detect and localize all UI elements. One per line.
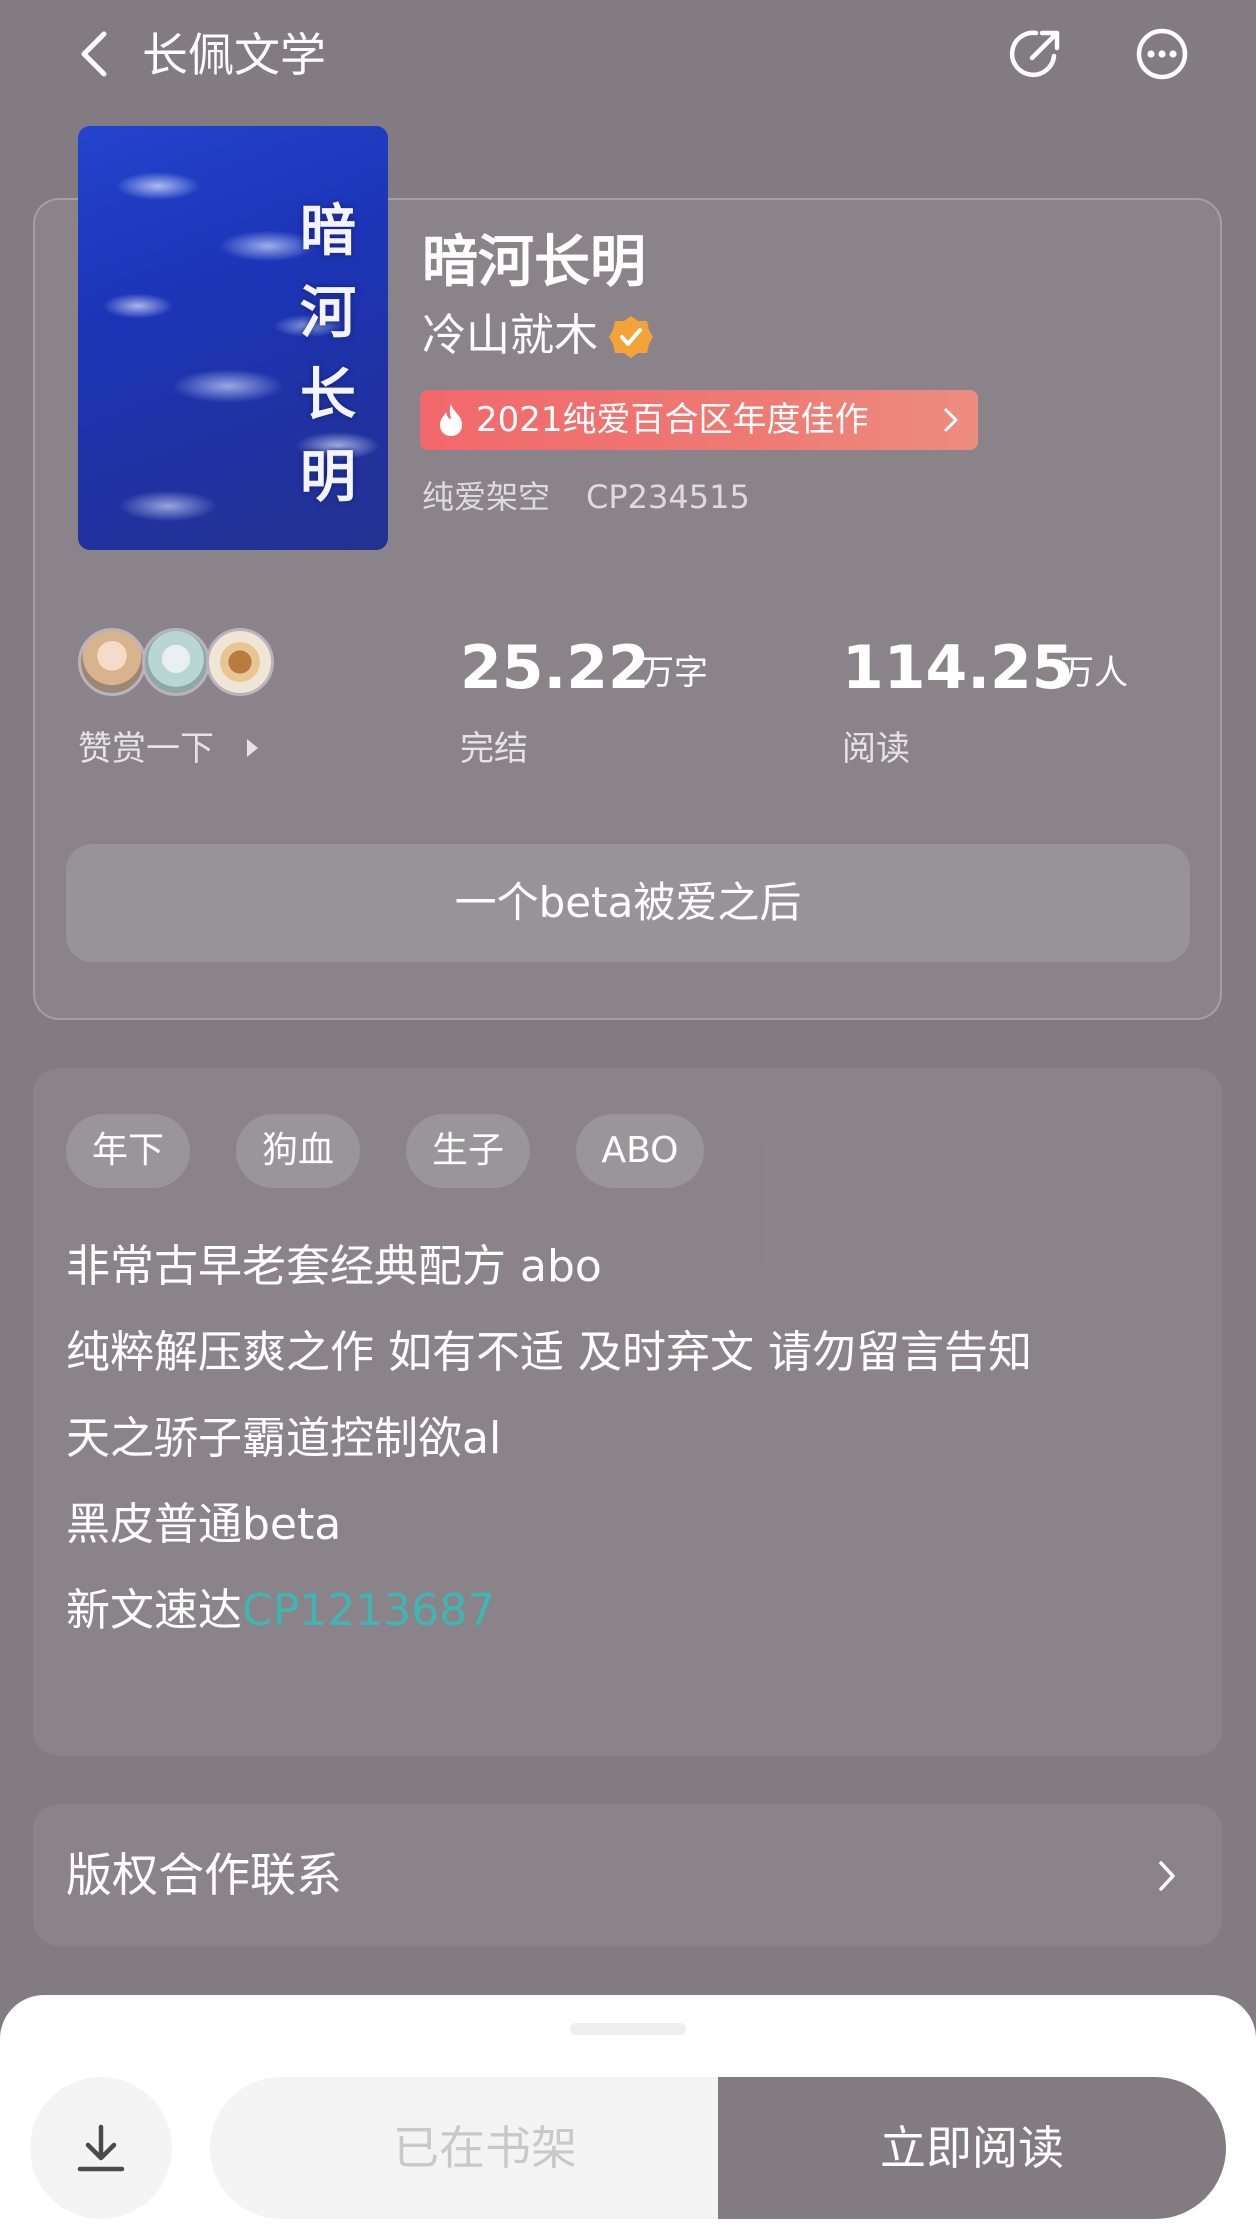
download-button[interactable] xyxy=(30,2077,172,2219)
book-cover[interactable]: 暗河长明 xyxy=(78,126,388,550)
reward-label[interactable]: 赞赏一下 xyxy=(78,724,214,774)
book-category: 纯爱架空 xyxy=(422,478,551,516)
description-line: 非常古早老套经典配方 abo xyxy=(66,1241,602,1292)
avatar xyxy=(206,628,274,696)
award-text: 2021纯爱百合区年度佳作 xyxy=(476,400,869,440)
bottom-action-bar: 已在书架 立即阅读 xyxy=(0,1995,1256,2233)
description-line: 纯粹解压爽之作 如有不适 及时弃文 请勿留言告知 xyxy=(66,1327,1032,1378)
new-book-link[interactable]: CP1213687 xyxy=(242,1585,495,1636)
reader-count-value: 114.25 xyxy=(842,633,1074,703)
in-bookshelf-button[interactable]: 已在书架 xyxy=(210,2077,730,2219)
read-now-button[interactable]: 立即阅读 xyxy=(718,2077,1226,2219)
reader-label: 阅读 xyxy=(842,729,910,769)
description-text: 新文速达 xyxy=(66,1585,242,1636)
chevron-right-icon xyxy=(1159,1861,1175,1891)
back-icon[interactable] xyxy=(72,26,118,82)
description-line: 新文速达CP1213687 xyxy=(66,1580,495,1642)
avatar xyxy=(78,628,146,696)
award-badge[interactable]: 2021纯爱百合区年度佳作 xyxy=(420,390,978,450)
chevron-right-icon xyxy=(944,408,958,432)
caret-right-icon xyxy=(247,739,258,757)
tag-chip[interactable]: ABO xyxy=(576,1114,704,1188)
copyright-label: 版权合作联系 xyxy=(66,1848,342,1902)
tag-chip[interactable]: 年下 xyxy=(66,1114,190,1188)
more-icon[interactable] xyxy=(1132,24,1192,84)
copyright-contact-row[interactable]: 版权合作联系 xyxy=(33,1804,1222,1946)
top-bar: 长佩文学 xyxy=(0,0,1256,110)
description-line: 黑皮普通beta xyxy=(66,1499,342,1550)
tagline-button[interactable]: 一个beta被爱之后 xyxy=(66,844,1190,962)
share-icon[interactable] xyxy=(1006,24,1066,84)
verified-badge-icon xyxy=(609,316,653,358)
status-label: 完结 xyxy=(460,729,528,769)
tag-chip[interactable]: 狗血 xyxy=(236,1114,360,1188)
description-line: 天之骄子霸道控制欲al xyxy=(66,1413,502,1464)
avatar xyxy=(142,628,210,696)
word-count-value: 25.22 xyxy=(460,633,650,703)
tag-chip[interactable]: 生子 xyxy=(406,1114,530,1188)
fire-icon xyxy=(440,404,462,436)
cover-title: 暗河长明 xyxy=(300,198,356,510)
book-title: 暗河长明 xyxy=(422,230,646,295)
author-name[interactable]: 冷山就木 xyxy=(422,306,598,366)
download-icon xyxy=(77,2124,125,2172)
word-count-unit: 万字 xyxy=(640,653,708,693)
reader-count-unit: 万人 xyxy=(1060,653,1128,693)
app-title: 长佩文学 xyxy=(142,28,326,82)
book-cp-id: CP234515 xyxy=(586,478,750,516)
sheet-handle[interactable] xyxy=(570,2023,686,2035)
reward-avatars[interactable] xyxy=(78,628,278,700)
